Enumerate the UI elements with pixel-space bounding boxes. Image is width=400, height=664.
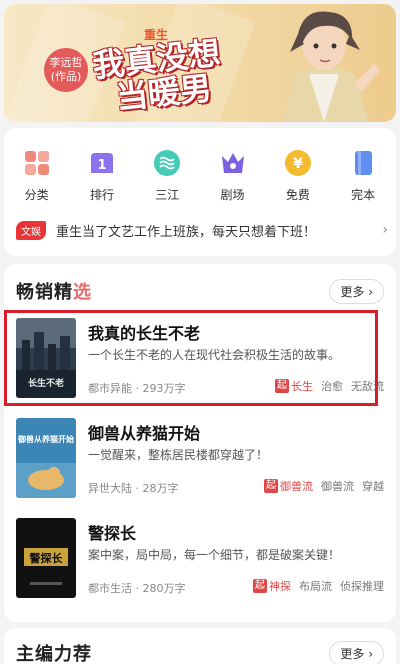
book-item[interactable]: 警探长 警探长 案中案，局中局，每一个细节，都是破案关键！ 都市生活 · 280…	[8, 514, 384, 602]
section-title: 畅销精选	[16, 278, 92, 304]
notice-bar[interactable]: 文娱 重生当了文艺工作上班族，每天只想着下班！ ›	[16, 220, 388, 240]
section-title-main: 畅销精	[16, 282, 73, 303]
section-title: 主编力荐	[16, 644, 92, 664]
notice-badge: 文娱	[16, 220, 46, 240]
nav-category[interactable]: 分类	[4, 148, 69, 203]
nav-finished-label: 完本	[351, 188, 376, 202]
book-title: 警探长	[88, 524, 137, 543]
book-main-tag: 起神探	[253, 578, 291, 594]
book-cover: 警探长	[16, 518, 76, 598]
book-description: 案中案，局中局，每一个细节，都是破案关键！	[88, 548, 341, 562]
book-tag: 穿越	[362, 480, 384, 493]
nav-finished[interactable]: 完本	[330, 148, 395, 203]
book-tag: 布局流	[299, 580, 332, 593]
qi-icon: 起	[264, 479, 278, 493]
cover-text: 警探长	[29, 551, 64, 565]
crown-icon	[218, 148, 248, 178]
book-description: 一觉醒来，整栋居民楼都穿越了！	[88, 448, 269, 462]
book-cover: 御兽从养猫开始	[16, 418, 76, 498]
svg-text:¥: ¥	[293, 156, 303, 172]
book-main-tag-label: 神探	[269, 580, 291, 593]
nav-ranking[interactable]: 1 排行	[69, 148, 134, 203]
nav-sanjiang-label: 三江	[155, 188, 180, 202]
qi-icon: 起	[253, 579, 267, 593]
highlight-box	[4, 310, 378, 406]
more-button[interactable]: 更多 ›	[329, 640, 384, 664]
banner-title: 我真没想 当暖男	[91, 31, 267, 117]
book-tag: 侦探推理	[340, 580, 384, 593]
cover-text: 御兽从养猫开始	[17, 434, 74, 444]
editor-section: 主编力荐 更多 ›	[4, 628, 396, 664]
nav-free-label: 免费	[285, 188, 310, 202]
more-button[interactable]: 更多 ›	[329, 278, 384, 304]
nav-theater-label: 剧场	[220, 188, 245, 202]
section-title-accent: 选	[73, 282, 92, 303]
book-meta: 异世大陆 · 28万字	[88, 482, 179, 495]
book-title: 御兽从养猫开始	[88, 424, 201, 443]
author-suffix: (作品)	[50, 70, 82, 83]
book-item[interactable]: 御兽从养猫开始 御兽从养猫开始 一觉醒来，整栋居民楼都穿越了！ 异世大陆 · 2…	[8, 414, 384, 502]
nav-category-label: 分类	[24, 188, 49, 202]
svg-text:1: 1	[97, 158, 106, 173]
book-main-tag-label: 御兽流	[280, 480, 313, 493]
author-name: 李远哲	[49, 56, 83, 69]
quick-nav-card: 分类 1 排行 三江 剧场 ¥ 免费 完本 文娱 重生当了文艺工作上班族，每天只…	[4, 128, 396, 256]
chevron-right-icon: ›	[382, 222, 388, 238]
author-badge: 李远哲 (作品)	[44, 48, 88, 92]
book-icon	[348, 148, 378, 178]
nav-ranking-label: 排行	[89, 188, 114, 202]
hero-character-illustration	[284, 11, 380, 122]
ranking-icon: 1	[87, 148, 117, 178]
top-banner[interactable]: 李远哲 (作品) 重生 我真没想 当暖男	[4, 4, 396, 122]
book-tags: 起御兽流 御兽流 穿越	[264, 478, 384, 494]
waves-icon	[152, 148, 182, 178]
nav-theater[interactable]: 剧场	[200, 148, 265, 203]
book-meta: 都市生活 · 280万字	[88, 582, 186, 595]
nav-sanjiang[interactable]: 三江	[135, 148, 200, 203]
notice-text: 重生当了文艺工作上班族，每天只想着下班！	[56, 224, 317, 240]
grid-icon	[22, 148, 52, 178]
book-tag: 御兽流	[321, 480, 354, 493]
yen-icon: ¥	[283, 148, 313, 178]
book-tags: 起神探 布局流 侦探推理	[253, 578, 384, 594]
book-main-tag: 起御兽流	[264, 478, 313, 494]
nav-free[interactable]: ¥ 免费	[265, 148, 330, 203]
